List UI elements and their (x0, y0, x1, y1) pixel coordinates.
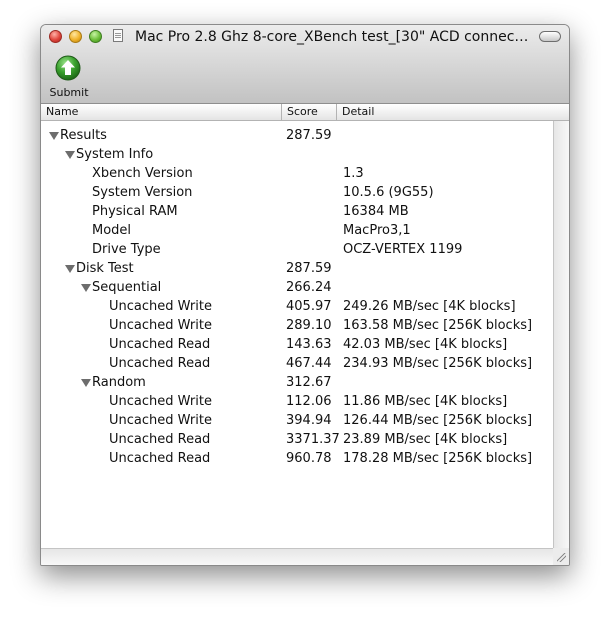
row-detail: MacPro3,1 (343, 223, 411, 238)
window-title: Mac Pro 2.8 Ghz 8-core_XBench test_[30" … (135, 29, 533, 45)
row-name: Model (92, 223, 132, 238)
row-detail: OCZ-VERTEX 1199 (343, 242, 463, 257)
column-header-name[interactable]: Name (41, 104, 282, 120)
row-name: Uncached Write (109, 394, 212, 409)
row-detail: 1.3 (343, 166, 364, 181)
row-detail: 16384 MB (343, 204, 409, 219)
zoom-window-button[interactable] (89, 30, 102, 43)
disclosure-triangle-icon[interactable] (65, 265, 75, 273)
row-name: Disk Test (76, 261, 134, 276)
disclosure-triangle-icon[interactable] (65, 151, 75, 159)
row-detail: 178.28 MB/sec [256K blocks] (343, 451, 533, 466)
outline-row[interactable]: Uncached Read 960.78 178.28 MB/sec [256K b… (41, 449, 553, 468)
column-header: Name Score Detail (41, 104, 569, 121)
row-name: Uncached Write (109, 318, 212, 333)
outline-row[interactable]: Uncached Read 3371.37 23.89 MB/sec [4K blo… (41, 430, 553, 449)
row-detail: 10.5.6 (9G55) (343, 185, 434, 200)
submit-label: Submit (49, 86, 89, 99)
submit-button[interactable]: Submit (47, 55, 91, 101)
window-toolbar: Mac Pro 2.8 Ghz 8-core_XBench test_[30" … (41, 25, 569, 104)
horizontal-scrollbar[interactable] (41, 548, 553, 565)
row-score: 112.06 (286, 394, 332, 409)
disclosure-triangle-icon[interactable] (49, 132, 59, 140)
row-name: Sequential (92, 280, 162, 295)
row-detail: 126.44 MB/sec [256K blocks] (343, 413, 533, 428)
row-score: 287.59 (286, 261, 332, 276)
row-name: System Version (92, 185, 193, 200)
outline-row[interactable]: Physical RAM 16384 MB (41, 202, 553, 221)
outline-row[interactable]: Model MacPro3,1 (41, 221, 553, 240)
row-detail: 42.03 MB/sec [4K blocks] (343, 337, 508, 352)
row-name: Random (92, 375, 146, 390)
minimize-window-button[interactable] (69, 30, 82, 43)
row-detail: 234.93 MB/sec [256K blocks] (343, 356, 533, 371)
row-detail: 23.89 MB/sec [4K blocks] (343, 432, 508, 447)
outline-row[interactable]: Uncached Read 143.63 42.03 MB/sec [4K bloc… (41, 335, 553, 354)
row-name: Uncached Read (109, 356, 211, 371)
row-name: Drive Type (92, 242, 161, 257)
outline-row[interactable]: Uncached Write 394.94 126.44 MB/sec [256K … (41, 411, 553, 430)
row-name: Uncached Read (109, 432, 211, 447)
outline-row[interactable]: Uncached Write 405.97 249.26 MB/sec [4K bl… (41, 297, 553, 316)
column-header-score[interactable]: Score (282, 104, 337, 120)
row-name: System Info (76, 147, 154, 162)
disclosure-triangle-icon[interactable] (81, 284, 91, 292)
row-detail: 163.58 MB/sec [256K blocks] (343, 318, 533, 333)
row-score: 287.59 (286, 128, 332, 143)
row-score: 405.97 (286, 299, 332, 314)
document-proxy-icon[interactable] (113, 29, 123, 42)
outline-row[interactable]: Drive Type OCZ-VERTEX 1199 (41, 240, 553, 259)
row-name: Uncached Write (109, 413, 212, 428)
row-score: 394.94 (286, 413, 332, 428)
outline-row[interactable]: Uncached Write 112.06 11.86 MB/sec [4K blo… (41, 392, 553, 411)
row-name: Results (60, 128, 107, 143)
row-name: Uncached Read (109, 451, 211, 466)
outline-group-row[interactable]: System Info (41, 145, 553, 164)
outline-row[interactable]: System Version 10.5.6 (9G55) (41, 183, 553, 202)
row-detail: 11.86 MB/sec [4K blocks] (343, 394, 508, 409)
outline-group-row[interactable]: Random 312.67 (41, 373, 553, 392)
outline-group-row[interactable]: Sequential 266.24 (41, 278, 553, 297)
row-score: 143.63 (286, 337, 332, 352)
outline-row[interactable]: Xbench Version 1.3 (41, 164, 553, 183)
vertical-scrollbar[interactable] (553, 121, 569, 548)
row-name: Xbench Version (92, 166, 193, 181)
resize-grip-icon[interactable] (553, 548, 569, 565)
toolbar-toggle-button[interactable] (539, 31, 561, 42)
disclosure-triangle-icon[interactable] (81, 379, 91, 387)
row-name: Physical RAM (92, 204, 178, 219)
row-score: 266.24 (286, 280, 332, 295)
row-score: 960.78 (286, 451, 332, 466)
outline-group-row[interactable]: Disk Test 287.59 (41, 259, 553, 278)
row-name: Uncached Read (109, 337, 211, 352)
outline-row[interactable]: Uncached Write 289.10 163.58 MB/sec [256K … (41, 316, 553, 335)
results-outline: Results 287.59 System Info Xbench Version 1.… (41, 121, 553, 548)
row-name: Uncached Write (109, 299, 212, 314)
row-detail: 249.26 MB/sec [4K blocks] (343, 299, 516, 314)
up-arrow-icon (55, 55, 81, 81)
column-header-detail[interactable]: Detail (337, 104, 557, 120)
row-score: 312.67 (286, 375, 332, 390)
outline-row[interactable]: Uncached Read 467.44 234.93 MB/sec [256K b… (41, 354, 553, 373)
row-score: 289.10 (286, 318, 332, 333)
outline-group-row[interactable]: Results 287.59 (41, 126, 553, 145)
xbench-results-window: Mac Pro 2.8 Ghz 8-core_XBench test_[30" … (40, 24, 570, 566)
close-window-button[interactable] (49, 30, 62, 43)
row-score: 3371.37 (286, 432, 340, 447)
row-score: 467.44 (286, 356, 332, 371)
